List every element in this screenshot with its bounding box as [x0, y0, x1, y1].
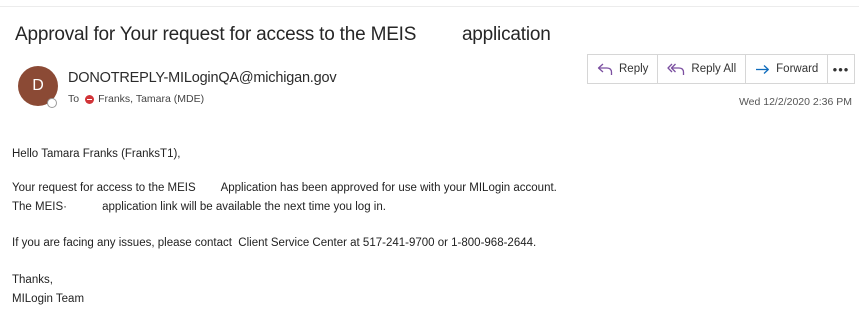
reply-label: Reply — [619, 63, 649, 75]
avatar-initial: D — [32, 77, 44, 94]
body-line-support: If you are facing any issues, please con… — [12, 237, 537, 249]
forward-arrow-icon — [756, 64, 770, 74]
email-subject: Approval for Your request for access to … — [15, 24, 551, 45]
body-greeting: Hello Tamara Franks (FranksT1), — [12, 148, 181, 160]
reply-button[interactable]: Reply — [588, 55, 659, 83]
body-signature: MILogin Team — [12, 293, 85, 305]
body-line-approval: Your request for access to the MEIS Appl… — [12, 182, 557, 194]
recipient-name[interactable]: Franks, Tamara (MDE) — [98, 93, 204, 105]
body-line-link: The MEIS· application link will be avail… — [12, 201, 386, 213]
top-divider — [0, 6, 859, 7]
received-date: Wed 12/2/2020 2:36 PM — [738, 96, 852, 108]
body-signoff: Thanks, — [12, 274, 53, 286]
to-label: To — [68, 93, 80, 105]
reply-all-icon — [667, 63, 685, 75]
blocked-presence-icon — [85, 94, 95, 104]
forward-label: Forward — [776, 63, 819, 75]
forward-button[interactable]: Forward — [746, 55, 827, 83]
more-icon: ••• — [832, 61, 850, 77]
reply-all-label: Reply All — [691, 63, 737, 75]
reply-all-button[interactable]: Reply All — [658, 55, 747, 83]
recipient-line: To Franks, Tamara (MDE) — [68, 93, 204, 105]
more-actions-button[interactable]: ••• — [827, 54, 855, 84]
presence-status-icon — [47, 98, 57, 108]
reply-icon — [597, 63, 613, 75]
sender-address[interactable]: DONOTREPLY-MILoginQA@michigan.gov — [68, 70, 337, 86]
message-actions-toolbar: Reply Reply All Forward — [587, 54, 829, 84]
